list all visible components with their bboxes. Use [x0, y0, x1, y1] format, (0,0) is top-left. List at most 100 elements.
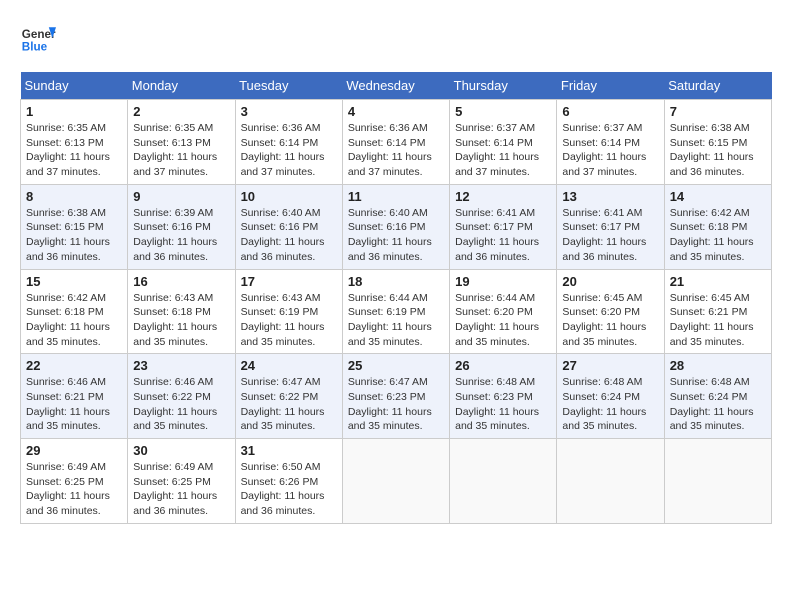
day-number: 5: [455, 104, 551, 119]
calendar-cell: 30 Sunrise: 6:49 AM Sunset: 6:25 PM Dayl…: [128, 439, 235, 524]
day-number: 13: [562, 189, 658, 204]
calendar-cell: 6 Sunrise: 6:37 AM Sunset: 6:14 PM Dayli…: [557, 100, 664, 185]
calendar-cell: 28 Sunrise: 6:48 AM Sunset: 6:24 PM Dayl…: [664, 354, 771, 439]
day-info: Sunrise: 6:45 AM Sunset: 6:20 PM Dayligh…: [562, 291, 658, 350]
calendar-cell: 29 Sunrise: 6:49 AM Sunset: 6:25 PM Dayl…: [21, 439, 128, 524]
day-info: Sunrise: 6:46 AM Sunset: 6:21 PM Dayligh…: [26, 375, 122, 434]
day-number: 15: [26, 274, 122, 289]
header-sunday: Sunday: [21, 72, 128, 100]
day-info: Sunrise: 6:50 AM Sunset: 6:26 PM Dayligh…: [241, 460, 337, 519]
day-info: Sunrise: 6:44 AM Sunset: 6:20 PM Dayligh…: [455, 291, 551, 350]
calendar-cell: 15 Sunrise: 6:42 AM Sunset: 6:18 PM Dayl…: [21, 269, 128, 354]
day-number: 27: [562, 358, 658, 373]
calendar-cell: [664, 439, 771, 524]
day-info: Sunrise: 6:48 AM Sunset: 6:24 PM Dayligh…: [670, 375, 766, 434]
week-row-1: 1 Sunrise: 6:35 AM Sunset: 6:13 PM Dayli…: [21, 100, 772, 185]
week-row-5: 29 Sunrise: 6:49 AM Sunset: 6:25 PM Dayl…: [21, 439, 772, 524]
day-number: 20: [562, 274, 658, 289]
calendar-cell: 27 Sunrise: 6:48 AM Sunset: 6:24 PM Dayl…: [557, 354, 664, 439]
calendar-cell: 19 Sunrise: 6:44 AM Sunset: 6:20 PM Dayl…: [450, 269, 557, 354]
week-row-3: 15 Sunrise: 6:42 AM Sunset: 6:18 PM Dayl…: [21, 269, 772, 354]
day-number: 18: [348, 274, 444, 289]
calendar-cell: 2 Sunrise: 6:35 AM Sunset: 6:13 PM Dayli…: [128, 100, 235, 185]
calendar-cell: 8 Sunrise: 6:38 AM Sunset: 6:15 PM Dayli…: [21, 184, 128, 269]
day-info: Sunrise: 6:36 AM Sunset: 6:14 PM Dayligh…: [348, 121, 444, 180]
calendar-header-row: SundayMondayTuesdayWednesdayThursdayFrid…: [21, 72, 772, 100]
day-number: 16: [133, 274, 229, 289]
day-number: 6: [562, 104, 658, 119]
day-number: 21: [670, 274, 766, 289]
day-number: 31: [241, 443, 337, 458]
day-info: Sunrise: 6:41 AM Sunset: 6:17 PM Dayligh…: [562, 206, 658, 265]
calendar-cell: 10 Sunrise: 6:40 AM Sunset: 6:16 PM Dayl…: [235, 184, 342, 269]
day-info: Sunrise: 6:49 AM Sunset: 6:25 PM Dayligh…: [26, 460, 122, 519]
day-number: 19: [455, 274, 551, 289]
logo: General Blue: [20, 20, 56, 56]
day-info: Sunrise: 6:46 AM Sunset: 6:22 PM Dayligh…: [133, 375, 229, 434]
page-header: General Blue: [20, 20, 772, 56]
day-info: Sunrise: 6:35 AM Sunset: 6:13 PM Dayligh…: [133, 121, 229, 180]
calendar-cell: 4 Sunrise: 6:36 AM Sunset: 6:14 PM Dayli…: [342, 100, 449, 185]
calendar-cell: 16 Sunrise: 6:43 AM Sunset: 6:18 PM Dayl…: [128, 269, 235, 354]
day-info: Sunrise: 6:42 AM Sunset: 6:18 PM Dayligh…: [670, 206, 766, 265]
calendar-cell: 23 Sunrise: 6:46 AM Sunset: 6:22 PM Dayl…: [128, 354, 235, 439]
day-number: 26: [455, 358, 551, 373]
header-saturday: Saturday: [664, 72, 771, 100]
day-info: Sunrise: 6:40 AM Sunset: 6:16 PM Dayligh…: [241, 206, 337, 265]
day-info: Sunrise: 6:41 AM Sunset: 6:17 PM Dayligh…: [455, 206, 551, 265]
calendar-cell: 13 Sunrise: 6:41 AM Sunset: 6:17 PM Dayl…: [557, 184, 664, 269]
day-info: Sunrise: 6:35 AM Sunset: 6:13 PM Dayligh…: [26, 121, 122, 180]
day-info: Sunrise: 6:37 AM Sunset: 6:14 PM Dayligh…: [562, 121, 658, 180]
day-number: 1: [26, 104, 122, 119]
day-number: 12: [455, 189, 551, 204]
day-number: 11: [348, 189, 444, 204]
calendar-cell: 22 Sunrise: 6:46 AM Sunset: 6:21 PM Dayl…: [21, 354, 128, 439]
day-number: 3: [241, 104, 337, 119]
day-number: 2: [133, 104, 229, 119]
svg-text:Blue: Blue: [22, 41, 48, 54]
calendar-cell: [557, 439, 664, 524]
calendar-cell: 1 Sunrise: 6:35 AM Sunset: 6:13 PM Dayli…: [21, 100, 128, 185]
calendar-cell: 9 Sunrise: 6:39 AM Sunset: 6:16 PM Dayli…: [128, 184, 235, 269]
day-number: 4: [348, 104, 444, 119]
week-row-4: 22 Sunrise: 6:46 AM Sunset: 6:21 PM Dayl…: [21, 354, 772, 439]
header-monday: Monday: [128, 72, 235, 100]
day-info: Sunrise: 6:38 AM Sunset: 6:15 PM Dayligh…: [670, 121, 766, 180]
calendar-cell: [450, 439, 557, 524]
calendar-cell: 14 Sunrise: 6:42 AM Sunset: 6:18 PM Dayl…: [664, 184, 771, 269]
day-info: Sunrise: 6:37 AM Sunset: 6:14 PM Dayligh…: [455, 121, 551, 180]
calendar-cell: 25 Sunrise: 6:47 AM Sunset: 6:23 PM Dayl…: [342, 354, 449, 439]
calendar-cell: 11 Sunrise: 6:40 AM Sunset: 6:16 PM Dayl…: [342, 184, 449, 269]
day-info: Sunrise: 6:38 AM Sunset: 6:15 PM Dayligh…: [26, 206, 122, 265]
calendar-cell: 12 Sunrise: 6:41 AM Sunset: 6:17 PM Dayl…: [450, 184, 557, 269]
day-info: Sunrise: 6:49 AM Sunset: 6:25 PM Dayligh…: [133, 460, 229, 519]
day-info: Sunrise: 6:45 AM Sunset: 6:21 PM Dayligh…: [670, 291, 766, 350]
day-number: 9: [133, 189, 229, 204]
day-info: Sunrise: 6:40 AM Sunset: 6:16 PM Dayligh…: [348, 206, 444, 265]
calendar-cell: 26 Sunrise: 6:48 AM Sunset: 6:23 PM Dayl…: [450, 354, 557, 439]
day-number: 8: [26, 189, 122, 204]
day-number: 14: [670, 189, 766, 204]
header-tuesday: Tuesday: [235, 72, 342, 100]
day-number: 28: [670, 358, 766, 373]
calendar-cell: 21 Sunrise: 6:45 AM Sunset: 6:21 PM Dayl…: [664, 269, 771, 354]
day-info: Sunrise: 6:36 AM Sunset: 6:14 PM Dayligh…: [241, 121, 337, 180]
day-info: Sunrise: 6:48 AM Sunset: 6:23 PM Dayligh…: [455, 375, 551, 434]
day-number: 17: [241, 274, 337, 289]
day-number: 10: [241, 189, 337, 204]
day-number: 22: [26, 358, 122, 373]
logo-icon: General Blue: [20, 20, 56, 56]
day-info: Sunrise: 6:44 AM Sunset: 6:19 PM Dayligh…: [348, 291, 444, 350]
calendar-table: SundayMondayTuesdayWednesdayThursdayFrid…: [20, 72, 772, 524]
day-number: 7: [670, 104, 766, 119]
header-friday: Friday: [557, 72, 664, 100]
day-info: Sunrise: 6:47 AM Sunset: 6:23 PM Dayligh…: [348, 375, 444, 434]
calendar-cell: 20 Sunrise: 6:45 AM Sunset: 6:20 PM Dayl…: [557, 269, 664, 354]
week-row-2: 8 Sunrise: 6:38 AM Sunset: 6:15 PM Dayli…: [21, 184, 772, 269]
day-info: Sunrise: 6:39 AM Sunset: 6:16 PM Dayligh…: [133, 206, 229, 265]
calendar-cell: 5 Sunrise: 6:37 AM Sunset: 6:14 PM Dayli…: [450, 100, 557, 185]
calendar-cell: 31 Sunrise: 6:50 AM Sunset: 6:26 PM Dayl…: [235, 439, 342, 524]
calendar-cell: [342, 439, 449, 524]
header-wednesday: Wednesday: [342, 72, 449, 100]
calendar-cell: 17 Sunrise: 6:43 AM Sunset: 6:19 PM Dayl…: [235, 269, 342, 354]
